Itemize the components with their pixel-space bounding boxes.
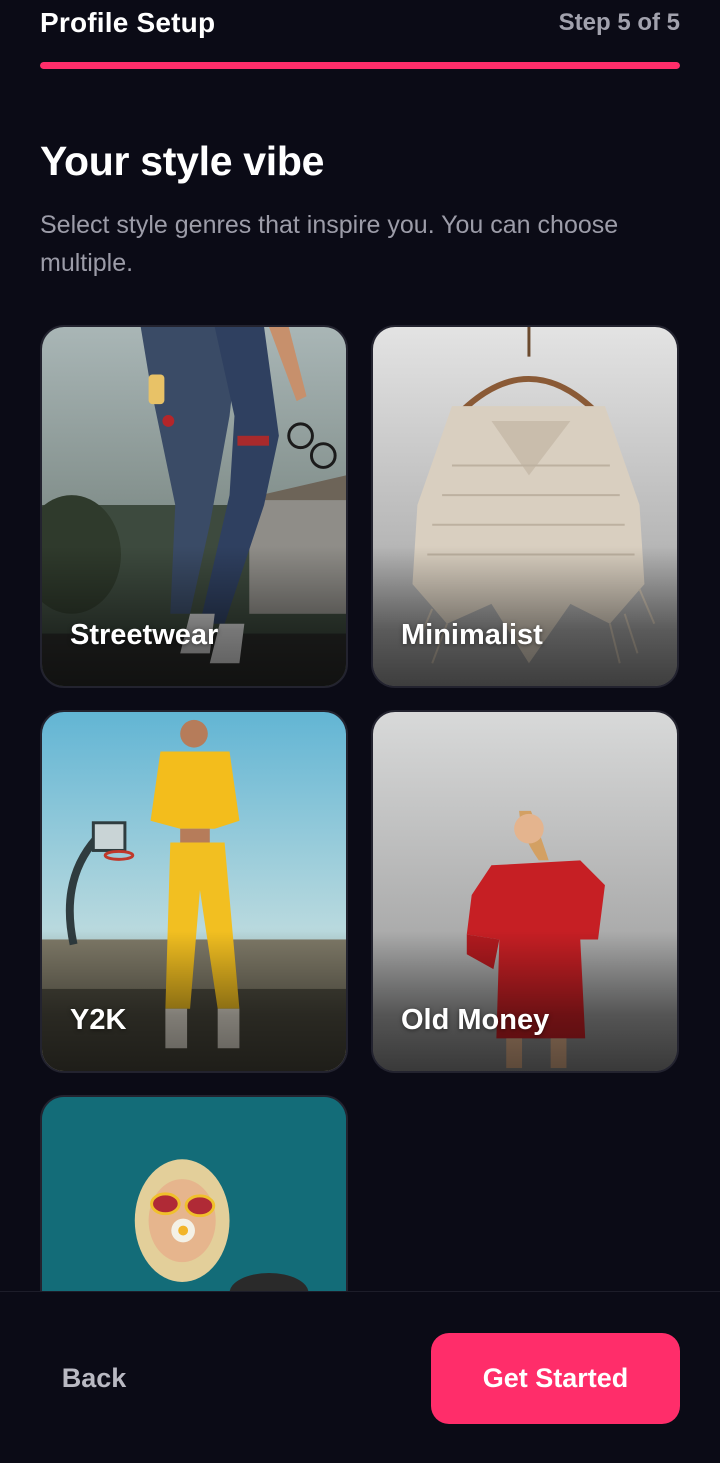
genre-label: Old Money [401,1004,550,1036]
genre-label: Streetwear [70,619,219,651]
progress-bar [40,62,680,69]
section-subtitle: Select style genres that inspire you. Yo… [40,211,619,277]
back-button[interactable]: Back [40,1332,148,1424]
page-title: Profile Setup [40,7,216,38]
header: Profile Setup Step 5 of 5 [40,0,680,46]
progress-fill [40,62,680,69]
style-genre-grid[interactable]: Streetwear Minimalist Y2K Old Money [0,325,720,1291]
footer-bar: Back Get Started [0,1291,720,1463]
genre-5-photo [42,1097,346,1291]
genre-card-streetwear[interactable]: Streetwear [40,325,348,688]
genre-label: Minimalist [401,619,543,651]
genre-card-old-money[interactable]: Old Money [371,710,679,1073]
profile-setup-screen: Profile Setup Step 5 of 5 Your style vib… [0,0,720,1463]
genre-card-minimalist[interactable]: Minimalist [371,325,679,688]
genre-label: Y2K [70,1004,127,1036]
get-started-button[interactable]: Get Started [431,1333,680,1424]
genre-card-5[interactable] [40,1095,348,1291]
genre-card-y2k[interactable]: Y2K [40,710,348,1073]
section-heading: Your style vibe [40,138,325,184]
step-indicator: Step 5 of 5 [558,9,680,36]
